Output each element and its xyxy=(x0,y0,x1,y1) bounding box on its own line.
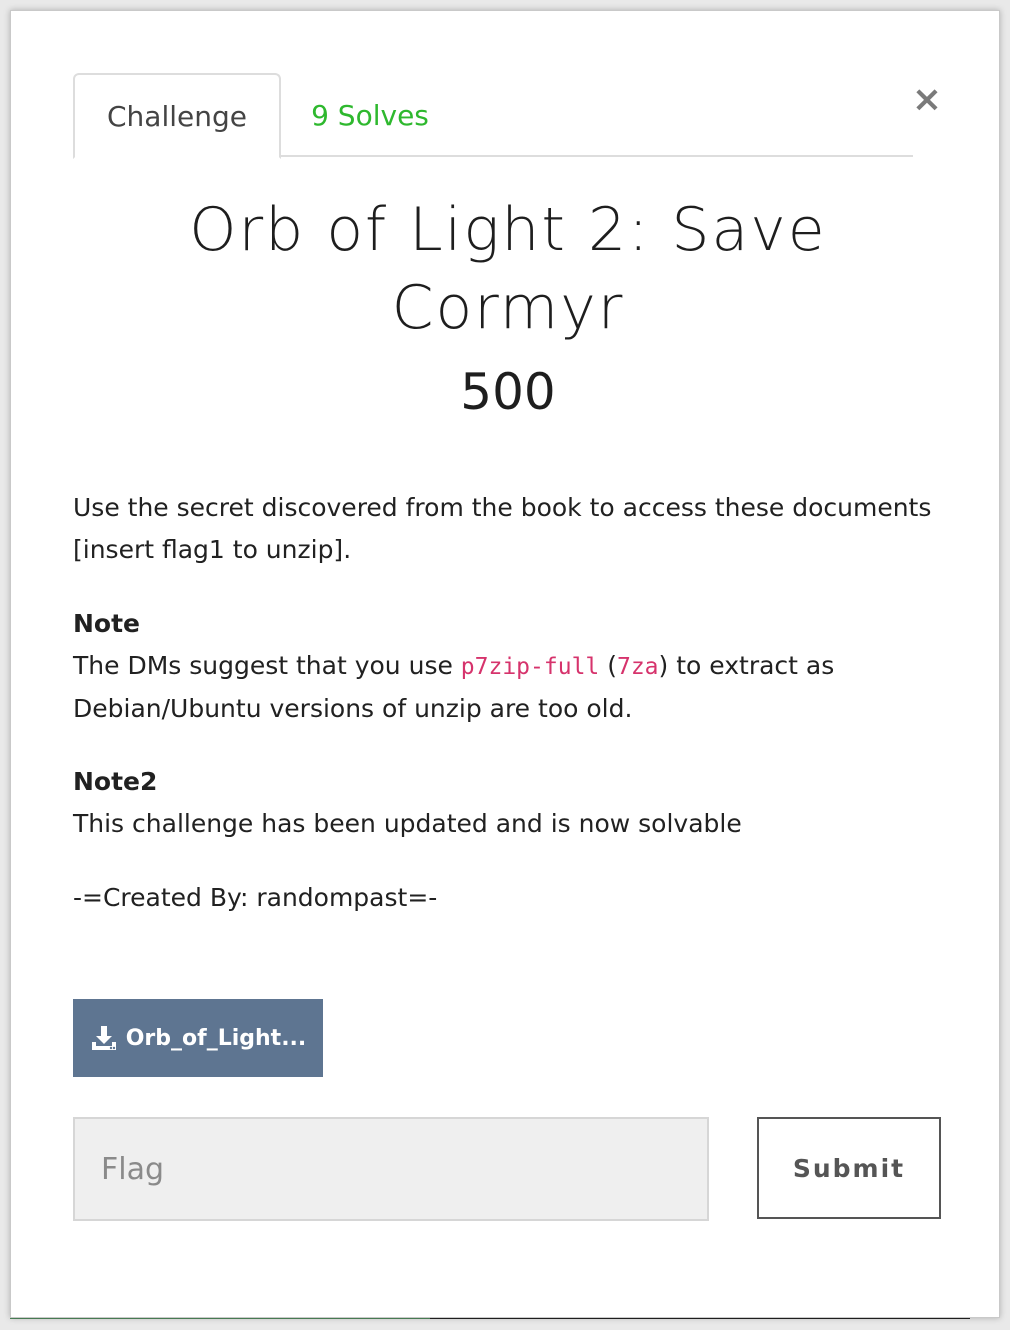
challenge-title-line1: Orb of Light 2: Save xyxy=(189,195,827,265)
note-heading: Note xyxy=(73,609,141,638)
challenge-title-line2: Cormyr xyxy=(391,273,625,343)
created-by: -=Created By: randompast=- xyxy=(73,883,438,912)
note-code-p7zip: p7zip-full xyxy=(460,654,600,680)
challenge-note: Note The DMs suggest that you use p7zip-… xyxy=(73,603,953,730)
challenge-modal: Challenge 9 Solves × Orb of Light 2: Sav… xyxy=(10,10,1000,1318)
note2-heading: Note2 xyxy=(73,767,158,796)
note2-text: This challenge has been updated and is n… xyxy=(73,809,742,838)
submit-button[interactable]: Submit xyxy=(757,1117,941,1219)
download-file-button[interactable]: Orb_of_Light... xyxy=(73,999,323,1077)
note-line2: Debian/Ubuntu versions of unzip are too … xyxy=(73,694,633,723)
intro-line1: Use the secret discovered from the book … xyxy=(73,493,932,522)
note-code-7za: 7za xyxy=(616,654,659,680)
close-icon: × xyxy=(911,79,943,120)
close-button[interactable]: × xyxy=(906,79,948,121)
note-text-before: The DMs suggest that you use xyxy=(73,651,461,680)
challenge-description-intro: Use the secret discovered from the book … xyxy=(73,487,953,571)
flag-input[interactable] xyxy=(73,1117,709,1221)
note-text-mid1: ( xyxy=(599,651,617,680)
challenge-title: Orb of Light 2: Save Cormyr xyxy=(73,191,943,347)
intro-line2: [insert flag1 to unzip]. xyxy=(73,535,352,564)
tab-challenge[interactable]: Challenge xyxy=(73,73,281,159)
download-icon xyxy=(90,1024,118,1052)
challenge-note2: Note2 This challenge has been updated an… xyxy=(73,761,953,845)
challenge-points: 500 xyxy=(460,363,556,421)
note-text-mid2: ) to extract as xyxy=(658,651,835,680)
note-line1: The DMs suggest that you use p7zip-full … xyxy=(73,645,953,688)
download-file-label: Orb_of_Light... xyxy=(125,1025,307,1051)
challenge-author: -=Created By: randompast=- xyxy=(73,877,953,919)
modal-tabs: Challenge 9 Solves xyxy=(73,73,913,159)
tab-solves[interactable]: 9 Solves xyxy=(285,73,455,157)
